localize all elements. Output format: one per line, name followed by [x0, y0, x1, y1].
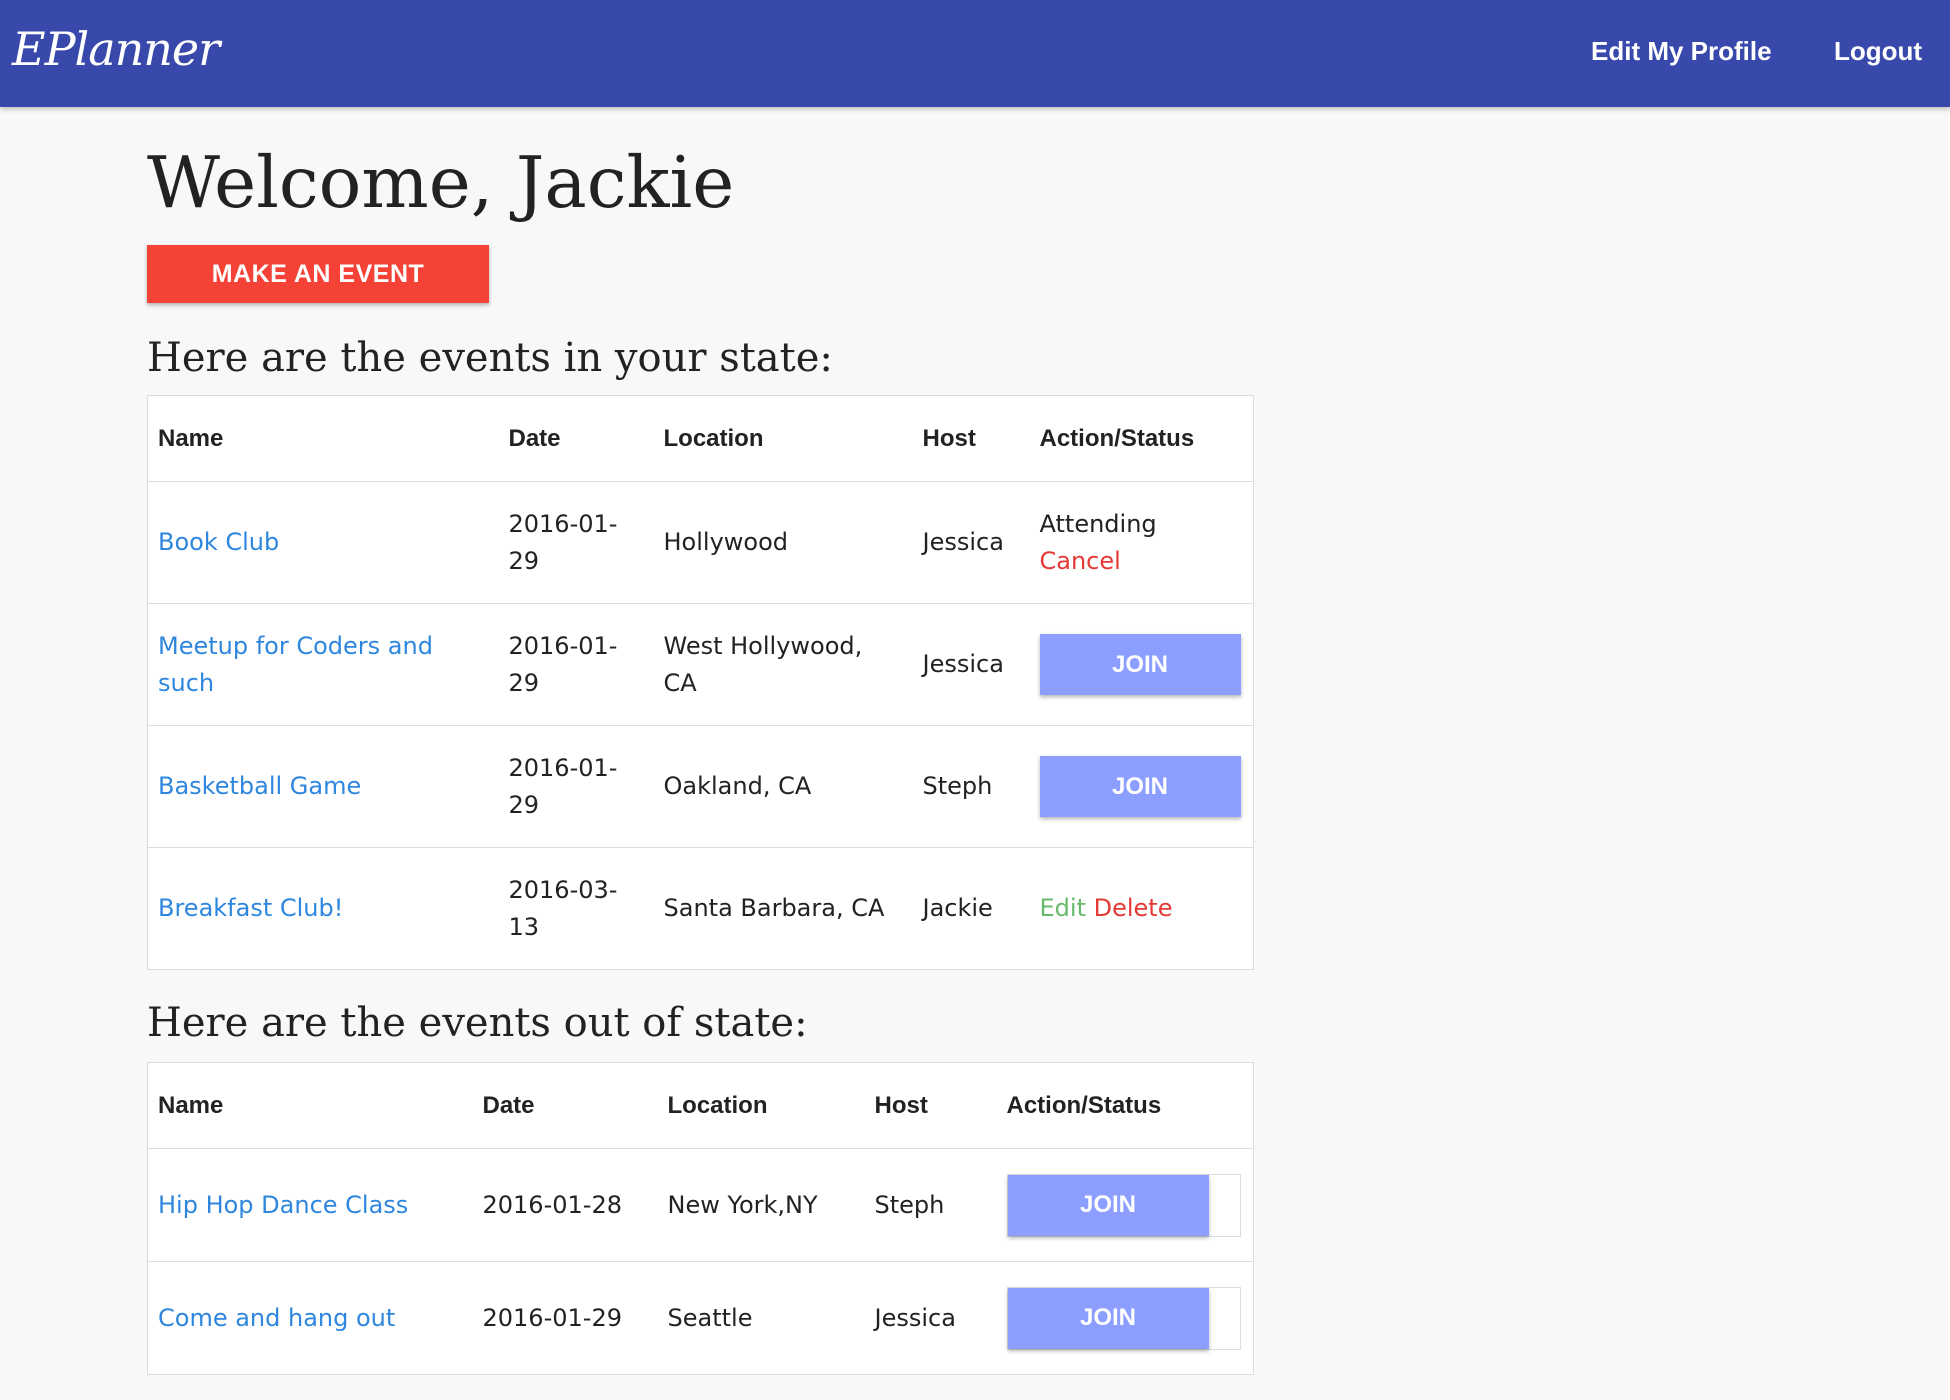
event-date: 2016-01-28 — [472, 1148, 658, 1262]
event-location: Oakland, CA — [653, 725, 913, 848]
event-location: Hollywood — [653, 481, 913, 604]
event-date: 2016-01-29 — [498, 603, 654, 726]
table-row: Basketball Game 2016-01-29 Oakland, CA S… — [147, 725, 1254, 848]
cancel-link[interactable]: Cancel — [1040, 543, 1244, 580]
column-header-date: Date — [498, 395, 654, 482]
event-host: Jackie — [912, 847, 1030, 970]
event-location: New York,NY — [657, 1148, 865, 1262]
edit-link[interactable]: Edit — [1040, 894, 1086, 922]
event-name-cell: Basketball Game — [147, 725, 499, 848]
column-header-host: Host — [864, 1062, 997, 1149]
event-name-cell: Come and hang out — [147, 1261, 473, 1375]
event-name-cell: Meetup for Coders and such — [147, 603, 499, 726]
column-header-action-status: Action/Status — [996, 1062, 1254, 1149]
event-action-cell: Attending Cancel — [1029, 481, 1254, 604]
attending-status: Attending — [1039, 509, 1157, 538]
in-state-heading: Here are the events in your state: — [147, 335, 833, 381]
join-button[interactable]: JOIN — [1007, 1287, 1209, 1349]
column-header-name: Name — [147, 395, 499, 482]
event-action-cell: JOIN — [996, 1261, 1254, 1375]
event-name-cell: Book Club — [147, 481, 499, 604]
out-of-state-events-table: Name Date Location Host Action/Status Hi… — [147, 1062, 1254, 1375]
event-link[interactable]: Meetup for Coders and such — [158, 632, 433, 697]
event-action-cell: JOIN — [996, 1148, 1254, 1262]
table-header-row: Name Date Location Host Action/Status — [147, 395, 1254, 482]
table-row: Come and hang out 2016-01-29 Seattle Jes… — [147, 1261, 1254, 1375]
table-header-row: Name Date Location Host Action/Status — [147, 1062, 1254, 1149]
event-action-cell: Edit Delete — [1029, 847, 1254, 970]
event-host: Steph — [912, 725, 1030, 848]
event-host: Steph — [864, 1148, 997, 1262]
event-link[interactable]: Basketball Game — [158, 772, 361, 800]
event-host: Jessica — [912, 481, 1030, 604]
join-button[interactable]: JOIN — [1007, 1174, 1209, 1236]
event-name-cell: Hip Hop Dance Class — [147, 1148, 473, 1262]
out-of-state-heading: Here are the events out of state: — [147, 1000, 808, 1046]
top-navbar: EPlanner Edit My Profile Logout — [0, 0, 1950, 107]
event-name-cell: Breakfast Club! — [147, 847, 499, 970]
table-row: Hip Hop Dance Class 2016-01-28 New York,… — [147, 1148, 1254, 1262]
event-host: Jessica — [912, 603, 1030, 726]
event-date: 2016-01-29 — [498, 725, 654, 848]
event-location: West Hollywood, CA — [653, 603, 913, 726]
event-action-cell: JOIN — [1029, 725, 1254, 848]
column-header-action-status: Action/Status — [1029, 395, 1254, 482]
event-location: Santa Barbara, CA — [653, 847, 913, 970]
event-location: Seattle — [657, 1261, 865, 1375]
event-date: 2016-01-29 — [498, 481, 654, 604]
join-button[interactable]: JOIN — [1039, 756, 1241, 817]
welcome-heading: Welcome, Jackie — [147, 141, 735, 224]
edit-profile-link[interactable]: Edit My Profile — [1591, 36, 1772, 67]
join-button[interactable]: JOIN — [1039, 634, 1241, 695]
join-button-frame: JOIN — [1006, 1173, 1241, 1237]
brand-logo[interactable]: EPlanner — [12, 22, 220, 76]
join-button-frame: JOIN — [1006, 1286, 1241, 1350]
event-link[interactable]: Breakfast Club! — [158, 894, 343, 922]
table-row: Book Club 2016-01-29 Hollywood Jessica A… — [147, 481, 1254, 604]
column-header-host: Host — [912, 395, 1030, 482]
column-header-location: Location — [653, 395, 913, 482]
delete-link[interactable]: Delete — [1094, 894, 1173, 922]
logout-link[interactable]: Logout — [1834, 36, 1922, 67]
make-event-button[interactable]: MAKE AN EVENT — [147, 245, 489, 303]
event-host: Jessica — [864, 1261, 997, 1375]
event-date: 2016-03-13 — [498, 847, 654, 970]
event-link[interactable]: Book Club — [158, 528, 279, 556]
column-header-location: Location — [657, 1062, 865, 1149]
table-row: Meetup for Coders and such 2016-01-29 We… — [147, 603, 1254, 726]
table-row: Breakfast Club! 2016-03-13 Santa Barbara… — [147, 847, 1254, 970]
column-header-name: Name — [147, 1062, 473, 1149]
in-state-events-table: Name Date Location Host Action/Status Bo… — [147, 395, 1254, 970]
column-header-date: Date — [472, 1062, 658, 1149]
event-link[interactable]: Come and hang out — [158, 1304, 395, 1332]
event-date: 2016-01-29 — [472, 1261, 658, 1375]
event-action-cell: JOIN — [1029, 603, 1254, 726]
event-link[interactable]: Hip Hop Dance Class — [158, 1191, 408, 1219]
